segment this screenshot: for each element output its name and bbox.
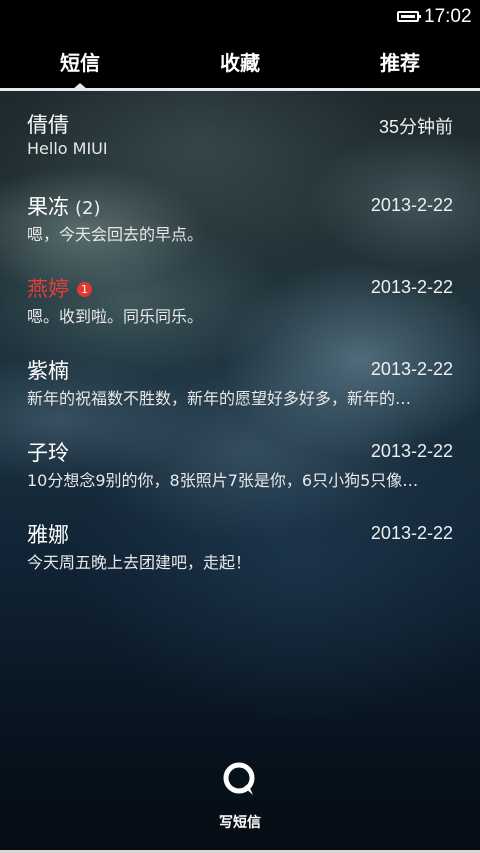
message-time: 35分钟前 (378, 117, 453, 137)
message-preview: 嗯，今天会回去的早点。 (27, 225, 204, 244)
message-time: 2013-2-22 (370, 277, 453, 297)
conversation-item[interactable]: 雅娜 2013-2-22 今天周五晚上去团建吧，走起！ (0, 501, 480, 583)
message-time: 2013-2-22 (370, 441, 453, 461)
message-preview: Hello MIUI (27, 139, 108, 158)
message-time: 2013-2-22 (370, 359, 453, 379)
conversation-item[interactable]: 燕婷 1 2013-2-22 嗯。收到啦。同乐同乐。 (0, 255, 480, 337)
message-preview: 今天周五晚上去团建吧，走起！ (27, 553, 252, 572)
conversation-item[interactable]: 果冻 (2) 2013-2-22 嗯，今天会回去的早点。 (0, 173, 480, 255)
compose-bubble-icon (223, 762, 255, 795)
contact-name: 燕婷 1 (27, 273, 92, 303)
status-bar: 17:02 (0, 0, 480, 34)
contact-name: 雅娜 (27, 523, 69, 547)
conversation-item[interactable]: 倩倩 35分钟前 Hello MIUI (0, 91, 480, 173)
tab-recommended[interactable]: 推荐 (320, 34, 480, 89)
unread-badge: 1 (77, 282, 92, 297)
compose-button[interactable]: 写短信 (200, 762, 280, 832)
messaging-screen: 17:02 短信 收藏 推荐 倩倩 35分钟前 Hello MIUI 果冻 (2)… (0, 0, 480, 853)
conversation-item[interactable]: 子玲 2013-2-22 10分想念9别的你，8张照片7张是你，6只小狗5只像… (0, 419, 480, 501)
contact-name: 紫楠 (27, 359, 69, 383)
status-clock: 17:02 (424, 6, 472, 27)
message-count: (2) (75, 198, 101, 219)
message-preview: 新年的祝福数不胜数，新年的愿望好多好多，新年的… (27, 389, 412, 408)
conversation-list: 倩倩 35分钟前 Hello MIUI 果冻 (2) 2013-2-22 嗯，今天… (0, 91, 480, 583)
compose-label: 写短信 (219, 815, 261, 831)
contact-name: 倩倩 (27, 113, 69, 137)
contact-name: 果冻 (2) (27, 195, 101, 219)
message-preview: 10分想念9别的你，8张照片7张是你，6只小狗5只像… (27, 471, 419, 490)
conversation-item[interactable]: 紫楠 2013-2-22 新年的祝福数不胜数，新年的愿望好多好多，新年的… (0, 337, 480, 419)
battery-icon (397, 11, 421, 22)
tab-bar: 短信 收藏 推荐 (0, 34, 480, 89)
message-preview: 嗯。收到啦。同乐同乐。 (27, 307, 204, 326)
active-tab-indicator (73, 83, 87, 89)
message-time: 2013-2-22 (370, 195, 453, 215)
tab-favorites[interactable]: 收藏 (160, 34, 320, 89)
tab-messages[interactable]: 短信 (0, 34, 160, 89)
message-time: 2013-2-22 (370, 523, 453, 543)
contact-name: 子玲 (27, 441, 69, 465)
